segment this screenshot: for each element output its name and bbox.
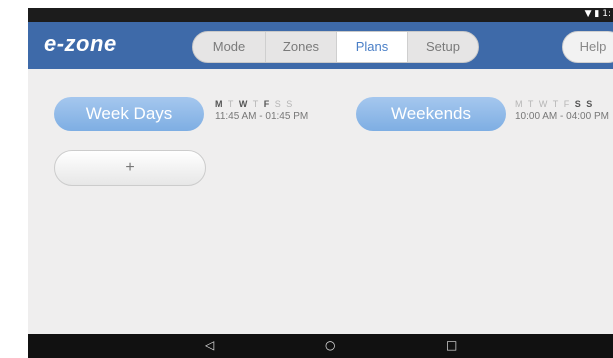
plan-button-weekends[interactable]: Weekends bbox=[356, 97, 506, 131]
day-letter: S bbox=[274, 99, 282, 109]
status-time: 1: bbox=[602, 9, 611, 19]
day-letter: S bbox=[574, 99, 582, 109]
day-letter: F bbox=[263, 99, 271, 109]
help-button[interactable]: Help bbox=[562, 31, 613, 63]
day-letter: M bbox=[215, 99, 224, 109]
plan-days-week-days: M T W T F S S bbox=[215, 99, 294, 109]
recents-icon[interactable]: □ bbox=[446, 338, 457, 352]
plan-button-week-days[interactable]: Week Days bbox=[54, 97, 204, 131]
tablet-screen: ▼ ▮ 1: e-zone Mode Zones Plans Setup Hel… bbox=[28, 8, 613, 358]
tab-zones[interactable]: Zones bbox=[266, 32, 337, 62]
home-icon[interactable]: ○ bbox=[325, 338, 335, 352]
plan-time-week-days: 11:45 AM - 01:45 PM bbox=[215, 111, 309, 122]
day-letter: W bbox=[538, 99, 549, 109]
status-bar: ▼ ▮ 1: bbox=[28, 8, 613, 22]
day-letter: F bbox=[563, 99, 571, 109]
day-letter: T bbox=[552, 99, 560, 109]
main-tabs: Mode Zones Plans Setup bbox=[192, 31, 479, 63]
battery-icon: ▮ bbox=[594, 9, 600, 19]
plan-time-weekends: 10:00 AM - 04:00 PM bbox=[515, 111, 609, 122]
tab-mode[interactable]: Mode bbox=[193, 32, 266, 62]
app-logo: e-zone bbox=[44, 31, 117, 56]
add-plan-button[interactable]: + bbox=[54, 150, 206, 186]
tab-setup[interactable]: Setup bbox=[408, 32, 478, 62]
day-letter: S bbox=[586, 99, 594, 109]
day-letter: M bbox=[515, 99, 524, 109]
day-letter: T bbox=[227, 99, 235, 109]
wifi-icon: ▼ bbox=[584, 9, 592, 19]
day-letter: W bbox=[238, 99, 249, 109]
day-letter: T bbox=[527, 99, 535, 109]
tab-plans[interactable]: Plans bbox=[337, 32, 408, 62]
status-icons: ▼ ▮ 1: bbox=[585, 9, 611, 19]
system-nav-bar: ◁ ○ □ bbox=[28, 334, 613, 358]
day-letter: T bbox=[252, 99, 260, 109]
day-letter: S bbox=[286, 99, 294, 109]
plan-days-weekends: M T W T F S S bbox=[515, 99, 594, 109]
back-icon[interactable]: ◁ bbox=[205, 338, 214, 352]
app-bar: e-zone Mode Zones Plans Setup Help bbox=[28, 22, 613, 69]
